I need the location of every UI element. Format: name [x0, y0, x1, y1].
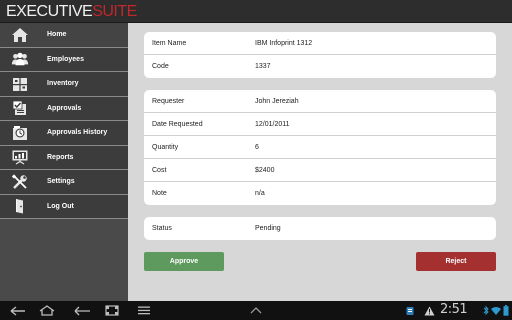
item-name-row: Item Name IBM Infoprint 1312 [144, 32, 496, 55]
sidebar-item-label: Approvals History [47, 129, 108, 137]
sidebar-item-label: Home [47, 31, 67, 39]
chevron-up-icon[interactable] [249, 303, 263, 318]
sidebar-item-inventory[interactable]: Inventory [0, 72, 128, 97]
quantity-label: Quantity [152, 143, 179, 151]
home-nav-icon[interactable] [38, 303, 56, 318]
executive-suite-logo: EXECUTIVE SUITE [6, 3, 137, 20]
item-name-label: Item Name [152, 39, 187, 47]
note-value: n/a [255, 190, 265, 197]
bluetooth-icon [482, 303, 490, 318]
sidebar-nav: Home Employees Inventory Approvals Appro… [0, 23, 128, 301]
reports-icon [10, 148, 30, 166]
sidebar-item-settings[interactable]: Settings [0, 170, 128, 195]
code-row: Code 1337 [144, 55, 496, 78]
code-label: Code [152, 63, 169, 70]
inventory-icon [10, 75, 30, 93]
requester-row: Requester John Jereziah [144, 90, 496, 113]
sidebar-item-approvals-history[interactable]: Approvals History [0, 121, 128, 146]
sidebar-item-reports[interactable]: Reports [0, 145, 128, 170]
app-header: EXECUTIVE SUITE [0, 0, 512, 23]
code-value: 1337 [255, 63, 271, 70]
quantity-row: Quantity 6 [144, 136, 496, 159]
status-card: Status Pending [144, 217, 496, 240]
logo-text-suite: SUITE [92, 3, 137, 20]
back-icon[interactable] [9, 303, 27, 318]
note-label: Note [152, 190, 167, 197]
warning-icon[interactable] [423, 303, 435, 318]
requester-value: John Jereziah [255, 97, 299, 105]
sidebar-item-label: Settings [47, 178, 75, 186]
item-name-value: IBM Infoprint 1312 [255, 39, 313, 47]
sidebar-item-label: Log Out [47, 202, 74, 210]
item-card: Item Name IBM Infoprint 1312 Code 1337 [144, 32, 496, 78]
sidebar-item-home[interactable]: Home [0, 23, 128, 48]
status-value: Pending [255, 225, 281, 232]
menu-icon[interactable] [137, 303, 151, 318]
sidebar-item-log-out[interactable]: Log Out [0, 194, 128, 219]
status-row: Status Pending [144, 217, 496, 240]
logo-text-executive: EXECUTIVE [6, 3, 93, 20]
requester-label: Requester [152, 97, 185, 105]
clock-time: 2:51 [440, 302, 468, 317]
logout-icon [10, 197, 30, 215]
sidebar-item-label: Inventory [47, 80, 79, 88]
back-arrow-icon[interactable] [73, 303, 93, 318]
sidebar-item-label: Employees [47, 55, 84, 63]
recent-apps-icon[interactable] [104, 303, 120, 318]
wifi-icon [490, 303, 501, 318]
home-icon [10, 26, 30, 44]
cost-row: Cost $2400 [144, 159, 496, 182]
date-requested-row: Date Requested 12/01/2011 [144, 113, 496, 136]
quantity-value: 6 [255, 143, 259, 151]
note-row: Note n/a [144, 182, 496, 205]
date-requested-value: 12/01/2011 [255, 120, 290, 128]
approvals-history-icon [10, 124, 30, 142]
cost-label: Cost [152, 166, 167, 174]
sidebar-item-label: Reports [47, 153, 74, 161]
sidebar-item-employees[interactable]: Employees [0, 47, 128, 72]
sidebar-item-label: Approvals [47, 104, 82, 112]
cost-value: $2400 [255, 166, 275, 174]
employees-icon [10, 50, 30, 68]
approve-button[interactable]: Approve [144, 252, 224, 271]
system-navigation-bar: 2:51 [0, 301, 512, 320]
battery-icon [502, 303, 510, 318]
notification-icon[interactable] [405, 303, 415, 318]
reject-button[interactable]: Reject [416, 252, 496, 271]
settings-icon [10, 173, 30, 191]
sidebar-item-approvals[interactable]: Approvals [0, 96, 128, 121]
approval-detail-panel: Item Name IBM Infoprint 1312 Code 1337 R… [128, 23, 512, 301]
status-label: Status [152, 225, 172, 232]
date-requested-label: Date Requested [152, 120, 203, 128]
approvals-icon [10, 99, 30, 117]
request-card: Requester John Jereziah Date Requested 1… [144, 90, 496, 205]
